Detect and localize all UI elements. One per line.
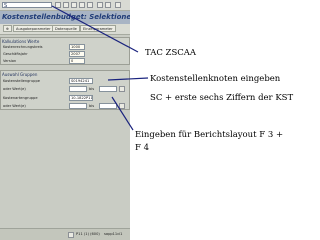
annotation-layout-line1: Eingeben für Berichtslayout F 3 + xyxy=(135,130,284,140)
annotation-arrows xyxy=(51,5,149,131)
annotation-cost-center-digits: SC + erste sechs Ziffern der KST xyxy=(150,93,294,103)
annotation-tac: TAC ZSCAA xyxy=(145,48,197,58)
annotation-layout-line2: F 4 xyxy=(135,143,150,153)
annotation-cost-center-node: Kostenstellenknoten eingeben xyxy=(150,74,281,84)
arrow-tac xyxy=(51,5,139,53)
arrow-cost-center-node xyxy=(107,77,149,81)
arrow-layout xyxy=(111,96,134,131)
